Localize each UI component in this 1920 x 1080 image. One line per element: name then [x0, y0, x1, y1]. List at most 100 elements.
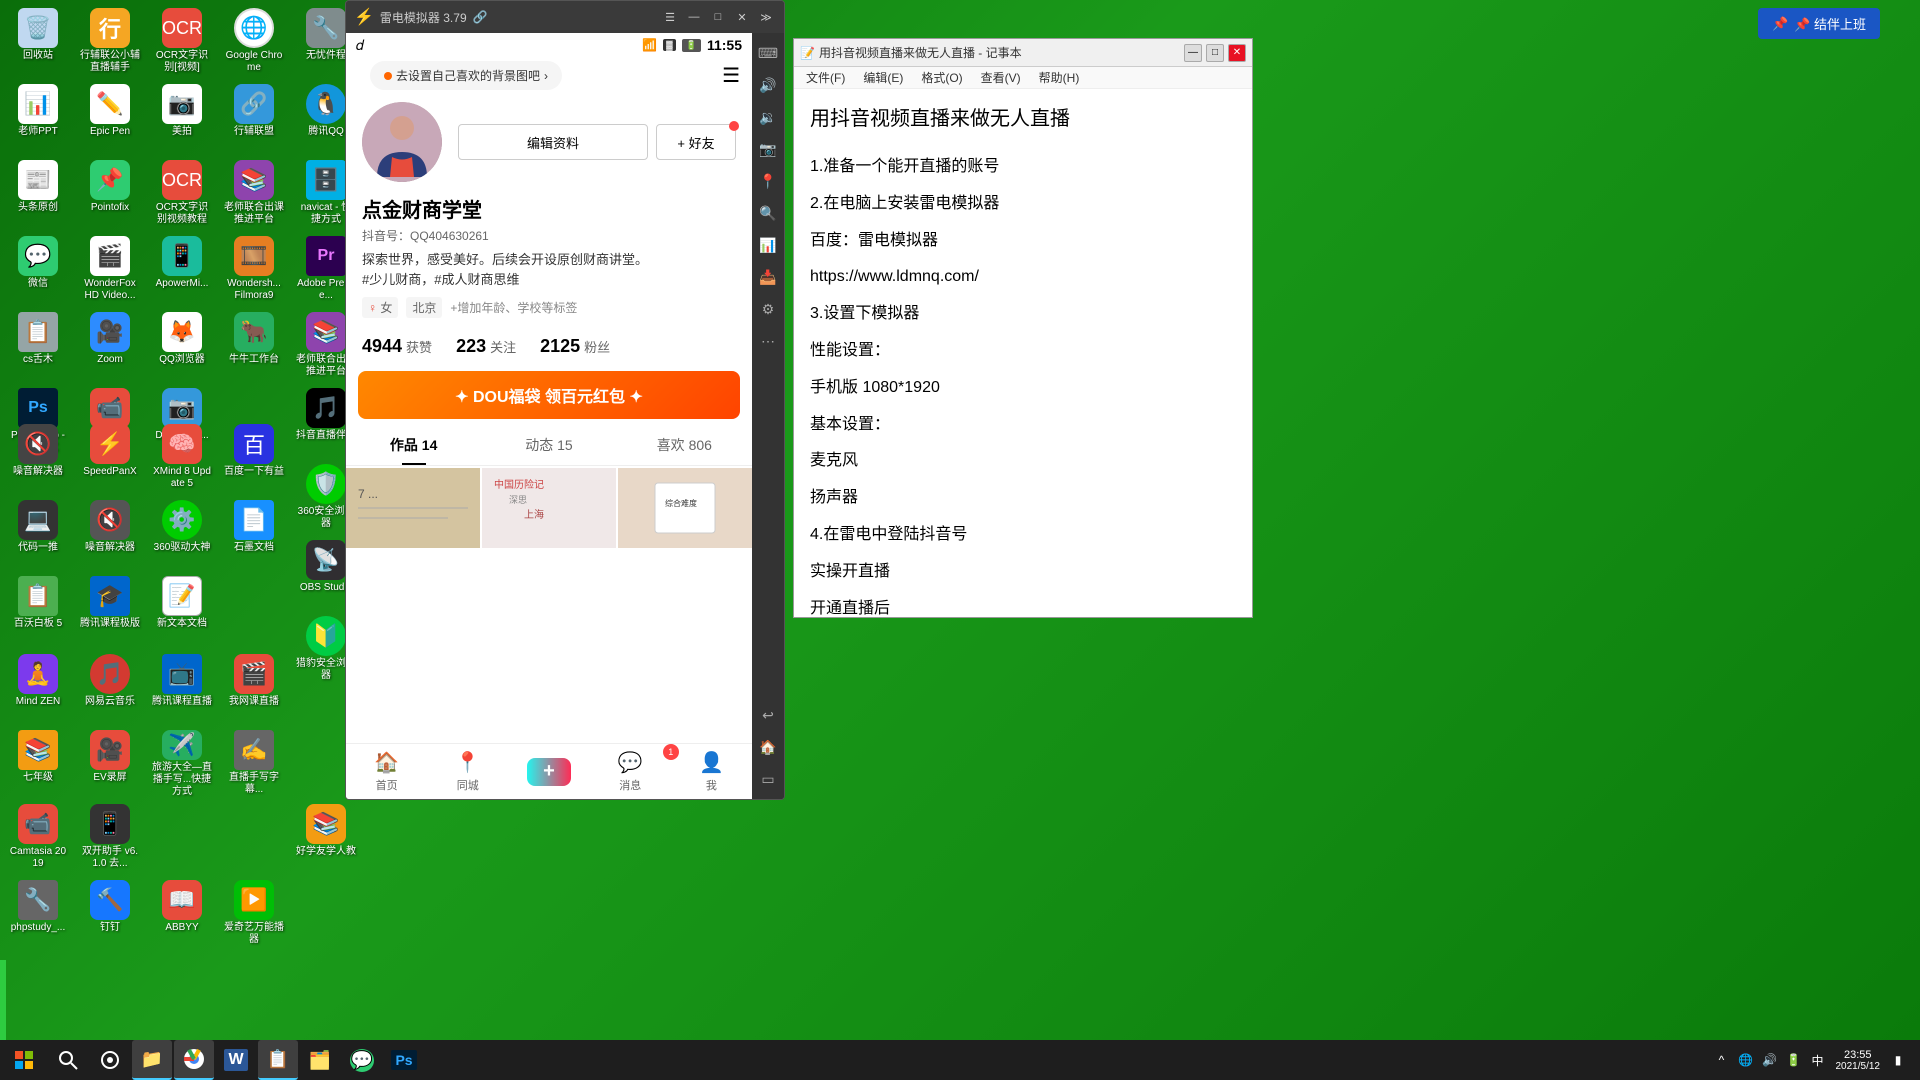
recent-tool[interactable]: ▭: [754, 765, 782, 793]
taskbar-search[interactable]: [48, 1040, 88, 1080]
desktop-icon-wangyiyun[interactable]: 🎵 网易云音乐: [76, 650, 144, 726]
desktop-icon-tengxunke[interactable]: 🎓 腾讯课程极版: [76, 572, 144, 648]
desktop-icon-baiwo[interactable]: 📋 百沃白板 5: [4, 572, 72, 648]
desktop-icon-tengxunke2[interactable]: 📺 腾讯课程直播: [148, 650, 216, 726]
taskbar-file-explorer[interactable]: 📁: [132, 1040, 172, 1080]
menu-view[interactable]: 查看(V): [973, 67, 1029, 88]
content-thumb-2[interactable]: 中国历险记 深思 上海: [482, 468, 616, 548]
start-button[interactable]: [4, 1040, 44, 1080]
desktop-icon-baidu[interactable]: 百 百度一下有益: [220, 420, 288, 496]
settings-tool[interactable]: ⚙: [754, 295, 782, 323]
desktop-icon-xunlian[interactable]: 🔗 行辅联盟: [220, 80, 288, 156]
data-tool[interactable]: 📊: [754, 231, 782, 259]
menu-help[interactable]: 帮助(H): [1031, 67, 1088, 88]
desktop-icon-mindzen[interactable]: 🧘 Mind ZEN: [4, 650, 72, 726]
home-tool[interactable]: 🏠: [754, 733, 782, 761]
desktop-icon-xunlei[interactable]: 行 行辅联公小辅直播辅手: [76, 4, 144, 80]
taskbar-notepad-app[interactable]: 📋: [258, 1040, 298, 1080]
desktop-icon-phpstudy[interactable]: 🔧 phpstudy_...: [4, 876, 72, 952]
desktop-icon-csatu[interactable]: 📋 cs舌木: [4, 308, 72, 384]
more-tool[interactable]: ⋯: [754, 327, 782, 355]
tab-dynamics[interactable]: 动态 15: [481, 425, 616, 465]
notification-banner[interactable]: 去设置自己喜欢的背景图吧 ›: [370, 61, 562, 90]
desktop-icon-shiyun[interactable]: 📄 石墨文档: [220, 496, 288, 572]
desktop-icon-recycle[interactable]: 🗑️ 回收站: [4, 4, 72, 80]
menu-icon[interactable]: ☰: [722, 63, 740, 88]
sidebar-toggle[interactable]: ≫: [756, 9, 776, 25]
desktop-icon-ocr[interactable]: OCR OCR文字识别[视频]: [148, 4, 216, 80]
desktop-icon-pointofix[interactable]: 📌 Pointofix: [76, 156, 144, 232]
menu-format[interactable]: 格式(O): [913, 67, 970, 88]
volume-down-tool[interactable]: 🔉: [754, 103, 782, 131]
desktop-icon-epic[interactable]: ✏️ Epic Pen: [76, 80, 144, 156]
desktop-icon-meipai[interactable]: 📷 美拍: [148, 80, 216, 156]
tab-likes[interactable]: 喜欢 806: [617, 425, 752, 465]
desktop-icon-speedpan[interactable]: ⚡ SpeedPanX: [76, 420, 144, 496]
edit-profile-button[interactable]: 编辑资料: [458, 124, 648, 160]
desktop-icon-niutu[interactable]: 🐂 牛牛工作台: [220, 308, 288, 384]
taskbar-explorer-2[interactable]: 🗂️: [300, 1040, 340, 1080]
desktop-icon-apowermi[interactable]: 📱 ApowerMi...: [148, 232, 216, 308]
desktop-icon-ev[interactable]: 🎥 EV录屏: [76, 726, 144, 802]
taskbar-photoshop-ps[interactable]: Ps: [384, 1040, 424, 1080]
tray-ime[interactable]: 中: [1808, 1050, 1828, 1070]
close-button[interactable]: ✕: [732, 9, 752, 25]
desktop-icon-lianhe[interactable]: 📚 老师联合出课推进平台: [220, 156, 288, 232]
desktop-icon-qq[interactable]: 🦊 QQ浏览器: [148, 308, 216, 384]
menu-file[interactable]: 文件(F): [798, 67, 853, 88]
notepad-minimize[interactable]: —: [1184, 44, 1202, 62]
nav-profile[interactable]: 👤 我: [671, 750, 752, 793]
volume-up-tool[interactable]: 🔊: [754, 71, 782, 99]
desktop-icon-xiaoshu2[interactable]: 🔇 噪音解决器: [76, 496, 144, 572]
taskbar-cortana[interactable]: [90, 1040, 130, 1080]
desktop-icon-ppt[interactable]: 📊 老师PPT: [4, 80, 72, 156]
desktop-icon-shouxie[interactable]: ✍️ 直播手写字幕...: [220, 726, 288, 802]
create-button[interactable]: +: [527, 758, 571, 786]
desktop-icon-shuangkai[interactable]: 📱 双开助手 v6.1.0 去...: [76, 800, 144, 876]
content-thumb-3[interactable]: 综合难度: [618, 468, 752, 548]
tray-network[interactable]: 🌐: [1736, 1050, 1756, 1070]
desktop-icon-lvyou[interactable]: ✈️ 旅游大全—直播手写...快捷方式: [148, 726, 216, 802]
desktop-icon-toutiao[interactable]: 📰 头条原创: [4, 156, 72, 232]
desktop-icon-wangke[interactable]: 🎬 我网课直播: [220, 650, 288, 726]
nav-home[interactable]: 🏠 首页: [346, 750, 427, 793]
nav-messages[interactable]: 💬 消息 1: [590, 750, 671, 793]
tab-works[interactable]: 作品 14: [346, 425, 481, 465]
tray-battery[interactable]: 🔋: [1784, 1050, 1804, 1070]
desktop-icon-xmind[interactable]: 🧠 XMind 8 Update 5: [148, 420, 216, 496]
taskbar-word[interactable]: W: [216, 1040, 256, 1080]
desktop-icon-wonderfox[interactable]: 🎬 WonderFox HD Video...: [76, 232, 144, 308]
show-desktop[interactable]: ▮: [1888, 1050, 1908, 1070]
desktop-icon-ocr3[interactable]: OCR OCR文字识别视频教程: [148, 156, 216, 232]
location-tool[interactable]: 📍: [754, 167, 782, 195]
desktop-icon-xinwen[interactable]: 📝 新文本文档: [148, 572, 216, 648]
tray-up-arrow[interactable]: ^: [1712, 1050, 1732, 1070]
zoom-tool[interactable]: 🔍: [754, 199, 782, 227]
desktop-icon-chuizi[interactable]: 🔨 钉钉: [76, 876, 144, 952]
dou-banner[interactable]: ✦ DOU福袋 领百元红包 ✦: [358, 371, 740, 419]
desktop-icon-xiaoshu[interactable]: 🔇 噪音解决器: [4, 420, 72, 496]
desktop-icon-camtasia[interactable]: 📹 Camtasia 2019: [4, 800, 72, 876]
floating-action-button[interactable]: 📌 📌 结伴上班: [1758, 8, 1880, 39]
menu-button[interactable]: ☰: [660, 9, 680, 25]
desktop-icon-weixin[interactable]: 💬 微信: [4, 232, 72, 308]
taskbar-wechat[interactable]: 💬: [342, 1040, 382, 1080]
taskbar-time-display[interactable]: 23:55 2021/5/12: [1836, 1049, 1881, 1072]
add-tags-button[interactable]: +增加年龄、学校等标签: [450, 299, 577, 316]
taskbar-chrome-app[interactable]: [174, 1040, 214, 1080]
desktop-icon-chrome[interactable]: 🌐 Google Chrome: [220, 4, 288, 80]
content-thumb-1[interactable]: 7 ...: [346, 468, 480, 548]
nav-local[interactable]: 📍 同城: [427, 750, 508, 793]
desktop-icon-aiqisi[interactable]: ▶️ 爱奇艺万能播器: [220, 876, 288, 952]
notepad-close[interactable]: ✕: [1228, 44, 1246, 62]
minimize-button[interactable]: —: [684, 9, 704, 25]
desktop-icon-wondersh[interactable]: 🎞️ Wondersh... Filmora9: [220, 232, 288, 308]
install-tool[interactable]: 📥: [754, 263, 782, 291]
desktop-icon-360shen[interactable]: ⚙️ 360驱动大神: [148, 496, 216, 572]
add-friend-button[interactable]: + 好友: [656, 124, 736, 160]
notepad-content[interactable]: 用抖音视频直播来做无人直播 1.准备一个能开直播的账号 2.在电脑上安装雷电模拟…: [794, 89, 1252, 617]
keyboard-tool[interactable]: ⌨: [754, 39, 782, 67]
tray-volume[interactable]: 🔊: [1760, 1050, 1780, 1070]
desktop-icon-abbyy[interactable]: 📖 ABBYY: [148, 876, 216, 952]
nav-create[interactable]: +: [508, 758, 589, 786]
